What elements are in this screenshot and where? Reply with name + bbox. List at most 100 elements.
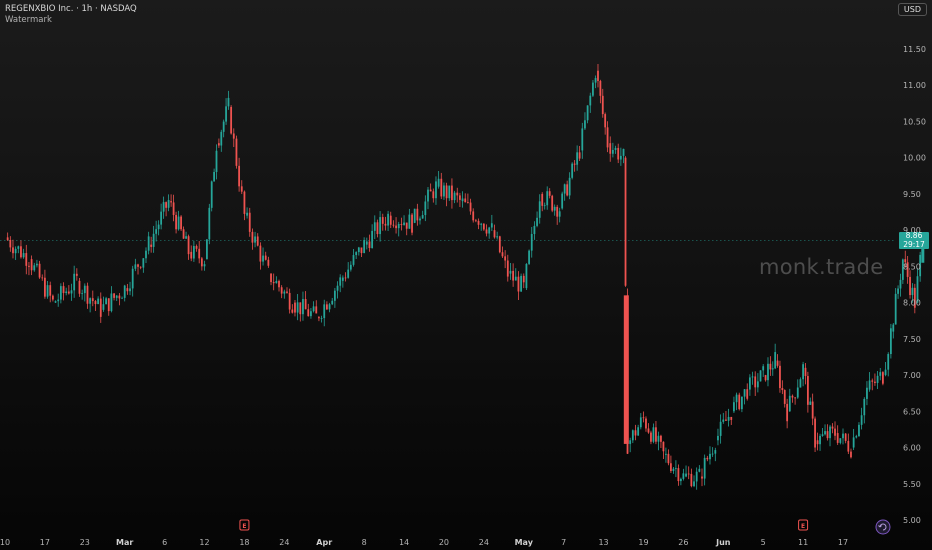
candle-body: [170, 201, 173, 203]
candle-body: [288, 292, 291, 310]
candle-body: [294, 302, 296, 313]
candle-body: [147, 236, 150, 251]
candle-body: [46, 285, 49, 297]
candle-body: [687, 473, 690, 475]
last-price-countdown: 29:17: [903, 239, 925, 249]
candle-body: [660, 435, 662, 442]
candle-body: [706, 457, 709, 460]
candle-body: [667, 453, 670, 464]
candle-body: [571, 163, 574, 178]
x-tick-label: May: [515, 538, 534, 547]
candle-body: [210, 181, 213, 208]
candle-body: [373, 222, 376, 231]
candle-body: [631, 430, 634, 441]
candle-body: [152, 233, 155, 247]
candle-body: [806, 376, 809, 405]
y-tick-label: 11.00: [903, 81, 926, 90]
x-tick-label: 6: [162, 538, 167, 547]
candle-body: [871, 380, 874, 382]
candle-body: [561, 193, 564, 209]
candle-body: [259, 245, 262, 262]
candle-body: [504, 256, 507, 261]
candle-body: [703, 457, 706, 479]
x-tick-label: 11: [798, 538, 808, 547]
candle-body: [879, 372, 882, 376]
candle-body: [190, 251, 193, 259]
candle-body: [123, 285, 126, 298]
symbol-title: REGENXBIO Inc. · 1h · NASDAQ: [5, 4, 137, 14]
candle-body: [371, 230, 374, 249]
candle-body: [17, 246, 20, 249]
candle-body: [804, 367, 807, 377]
gap-down-candle: [623, 295, 629, 444]
candle-body: [75, 273, 78, 276]
candle-body: [320, 318, 323, 319]
candle-body: [336, 285, 339, 291]
x-tick-label: 19: [638, 538, 648, 547]
candle-body: [581, 128, 584, 151]
candle-body: [819, 435, 821, 445]
candle-body: [272, 282, 275, 284]
candle-body: [459, 195, 461, 200]
earnings-label: E: [242, 523, 246, 530]
candle-body: [477, 220, 480, 225]
candle-body: [121, 297, 123, 299]
y-tick-label: 10.00: [903, 154, 926, 163]
candle-body: [844, 433, 847, 441]
candle-body: [107, 298, 110, 312]
candle-body: [432, 191, 435, 199]
candle-body: [525, 263, 528, 289]
candle-body: [698, 468, 701, 472]
candle-body: [62, 286, 65, 294]
candle-body: [368, 241, 371, 249]
x-tick-label: 14: [399, 538, 409, 547]
candle-body: [172, 202, 175, 215]
x-tick-label: 24: [479, 538, 489, 547]
chart-title-block: REGENXBIO Inc. · 1h · NASDAQ Watermark: [5, 4, 137, 26]
refresh-icon[interactable]: [875, 519, 891, 535]
candle-body: [44, 277, 46, 297]
candle-body: [30, 259, 33, 271]
y-tick-label: 8.50: [903, 262, 921, 271]
candle-body: [25, 253, 28, 266]
candle-body: [267, 259, 270, 266]
candle-body: [556, 206, 559, 217]
candle-body: [198, 248, 201, 259]
candle-body: [137, 264, 139, 267]
candle-body: [546, 191, 549, 206]
candle-body: [814, 418, 816, 448]
candle-body: [679, 478, 682, 482]
candle-body: [576, 152, 579, 165]
candle-body: [701, 476, 703, 479]
candle-body: [566, 184, 569, 196]
candle-body: [586, 105, 589, 121]
currency-button[interactable]: USD: [897, 3, 927, 16]
candle-body: [443, 185, 445, 197]
candle-body: [855, 436, 858, 438]
candle-body: [395, 225, 397, 229]
candle-body: [363, 240, 366, 254]
candle-body: [714, 450, 717, 454]
candle-body: [662, 441, 665, 452]
candle-body: [215, 150, 218, 172]
candle-body: [167, 200, 170, 208]
candle-body: [416, 208, 419, 221]
candle-body: [325, 304, 328, 310]
candle-body: [863, 398, 866, 416]
candle-body: [514, 276, 517, 281]
x-tick-label: Jun: [715, 538, 731, 547]
earnings-label: E: [801, 523, 805, 530]
x-tick-label: 20: [439, 538, 449, 547]
candle-body: [751, 376, 754, 378]
candle-body: [262, 255, 264, 262]
candle-body: [584, 120, 586, 129]
candle-body: [735, 394, 738, 403]
candle-body: [530, 234, 533, 251]
candle-body: [756, 381, 759, 388]
candle-body: [400, 223, 403, 225]
candle-body: [403, 222, 405, 225]
candle-body: [243, 191, 246, 214]
candle-body: [278, 280, 280, 288]
subtitle: Watermark: [5, 15, 52, 25]
candle-body: [222, 121, 225, 132]
